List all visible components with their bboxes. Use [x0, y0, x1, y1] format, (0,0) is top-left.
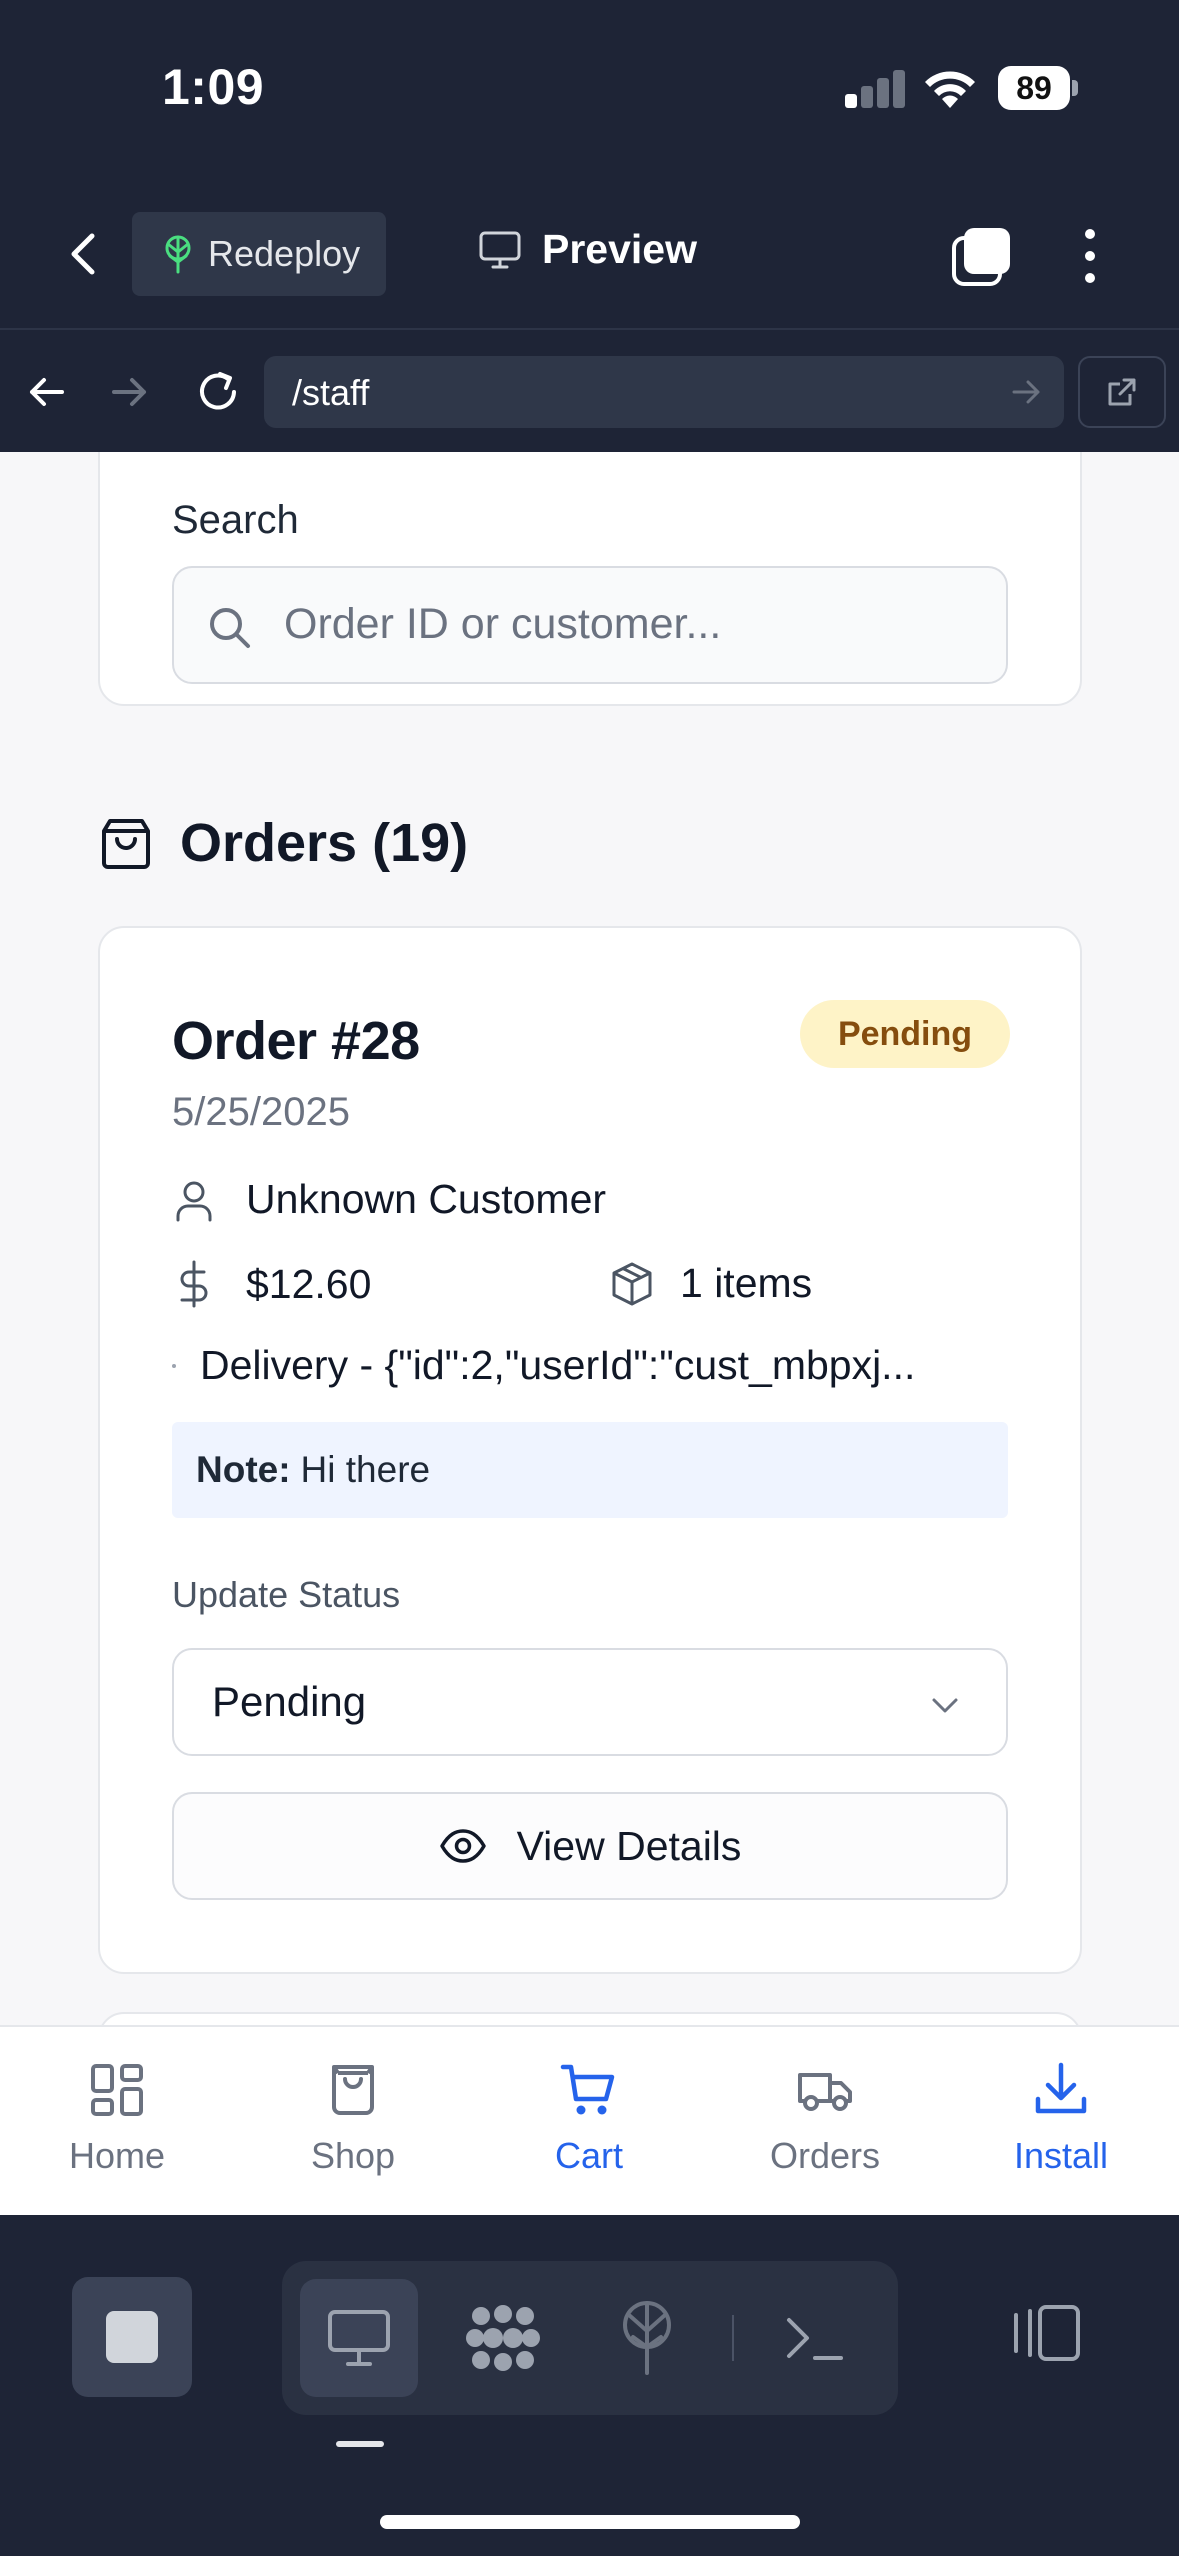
flower-logo-icon: [466, 2305, 540, 2371]
search-placeholder: Order ID or customer...: [284, 600, 722, 648]
package-icon: [612, 1262, 652, 1305]
deploy-tree-icon: [165, 235, 191, 274]
delivery-row: Delivery - {"id":2,"userId":"cust_mbpxj.…: [172, 1342, 1022, 1389]
external-link-icon: [1108, 378, 1136, 406]
chevron-down-icon: [932, 1698, 958, 1713]
order-date: 5/25/2025: [172, 1090, 350, 1134]
status-bar: 1:09 89: [0, 0, 1179, 180]
monitor-icon: [328, 2310, 390, 2366]
dock-preview-button[interactable]: [300, 2279, 418, 2397]
tab-home[interactable]: Home: [17, 2061, 217, 2191]
tab-orders[interactable]: Orders: [725, 2061, 925, 2191]
note-text: Hi there: [300, 1449, 431, 1490]
dock-view-switcher: [282, 2261, 898, 2415]
bottom-tab-bar: Home Shop Cart Orders Install: [0, 2025, 1179, 2215]
status-select[interactable]: Pending: [172, 1648, 1008, 1756]
reload-icon[interactable]: [192, 366, 244, 418]
editor-dock: [0, 2215, 1179, 2556]
status-time: 1:09: [162, 59, 265, 115]
orders-heading: Orders (19): [98, 812, 468, 874]
user-icon: [176, 1181, 212, 1221]
order-title: Order #28: [172, 1011, 420, 1071]
customer-name: Unknown Customer: [246, 1176, 607, 1222]
tab-install[interactable]: Install: [961, 2061, 1161, 2191]
home-indicator[interactable]: [380, 2515, 800, 2529]
dock-active-indicator: [336, 2441, 384, 2447]
tab-orders-label: Orders: [769, 2135, 881, 2176]
download-icon: [1035, 2062, 1087, 2114]
dollar-icon: [180, 1260, 208, 1308]
status-badge: Pending: [800, 1000, 1010, 1068]
dock-deploy-button[interactable]: [588, 2279, 706, 2397]
back-chevron-icon[interactable]: [60, 224, 110, 284]
stop-icon: [106, 2311, 158, 2363]
search-card: Search Order ID or customer...: [98, 452, 1082, 706]
view-details-button[interactable]: View Details: [172, 1792, 1008, 1900]
order-note: Note: Hi there: [172, 1422, 1008, 1518]
search-label: Search: [172, 498, 299, 542]
redeploy-label: Redeploy: [208, 233, 361, 274]
wifi-icon: [925, 71, 975, 108]
terminal-icon: [787, 2318, 843, 2360]
customer-row: Unknown Customer: [172, 1176, 606, 1223]
url-field[interactable]: /staff: [264, 356, 1064, 428]
total-row: $12.60: [172, 1260, 371, 1308]
open-external-button[interactable]: [1078, 356, 1166, 428]
delivery-info: Delivery - {"id":2,"userId":"cust_mbpxj.…: [200, 1342, 916, 1388]
view-details-label: View Details: [516, 1822, 742, 1869]
grid-icon: [91, 2064, 143, 2116]
shopping-bag-icon: [102, 819, 150, 869]
tab-home-label: Home: [68, 2135, 166, 2176]
more-vertical-icon[interactable]: [1070, 224, 1110, 288]
dock-separator: [732, 2315, 734, 2361]
browser-forward-icon[interactable]: [108, 370, 152, 414]
preview-label: Preview: [542, 226, 697, 272]
stop-button[interactable]: [72, 2277, 192, 2397]
orders-title: Orders (19): [180, 813, 469, 873]
order-total: $12.60: [246, 1260, 372, 1307]
update-status-label: Update Status: [172, 1574, 401, 1615]
delivery-bullet: [172, 1363, 176, 1368]
eye-icon: [439, 1829, 486, 1863]
monitor-icon: [479, 231, 521, 268]
tabs-switcher-icon[interactable]: [950, 224, 1014, 288]
split-view-icon[interactable]: [1010, 2301, 1082, 2365]
redeploy-button[interactable]: Redeploy: [132, 212, 386, 296]
tab-shop[interactable]: Shop: [253, 2061, 453, 2191]
truck-icon: [798, 2073, 852, 2111]
page-content: Search Order ID or customer... Orders (1…: [0, 452, 1179, 2025]
battery-level: 89: [998, 66, 1070, 110]
tab-cart-label: Cart: [554, 2135, 623, 2176]
cellular-signal-icon: [845, 70, 905, 108]
url-text: /staff: [292, 372, 370, 413]
search-icon: [210, 608, 250, 648]
browser-toolbar: /staff: [0, 332, 1179, 452]
shopping-bag-icon: [332, 2065, 374, 2115]
tab-shop-label: Shop: [310, 2135, 396, 2176]
deploy-tree-icon: [623, 2301, 671, 2375]
cart-icon: [560, 2064, 615, 2115]
preview-tab[interactable]: Preview: [478, 226, 697, 273]
next-order-card: [98, 2012, 1082, 2025]
tab-install-label: Install: [1013, 2135, 1109, 2176]
dock-agent-button[interactable]: [444, 2279, 562, 2397]
go-arrow-icon[interactable]: [1010, 376, 1042, 408]
order-card: Order #28 Pending 5/25/2025 Unknown Cust…: [98, 926, 1082, 1974]
note-label: Note:: [196, 1449, 291, 1490]
browser-back-icon[interactable]: [24, 370, 68, 414]
item-count: 1 items: [680, 1260, 813, 1306]
app-bar: Redeploy Preview: [0, 180, 1179, 330]
tab-cart[interactable]: Cart: [489, 2061, 689, 2191]
items-row: 1 items: [610, 1260, 812, 1307]
dock-shell-button[interactable]: [756, 2279, 874, 2397]
selected-status: Pending: [212, 1678, 367, 1725]
battery-icon: 89: [998, 66, 1078, 110]
search-input[interactable]: Order ID or customer...: [172, 566, 1008, 684]
